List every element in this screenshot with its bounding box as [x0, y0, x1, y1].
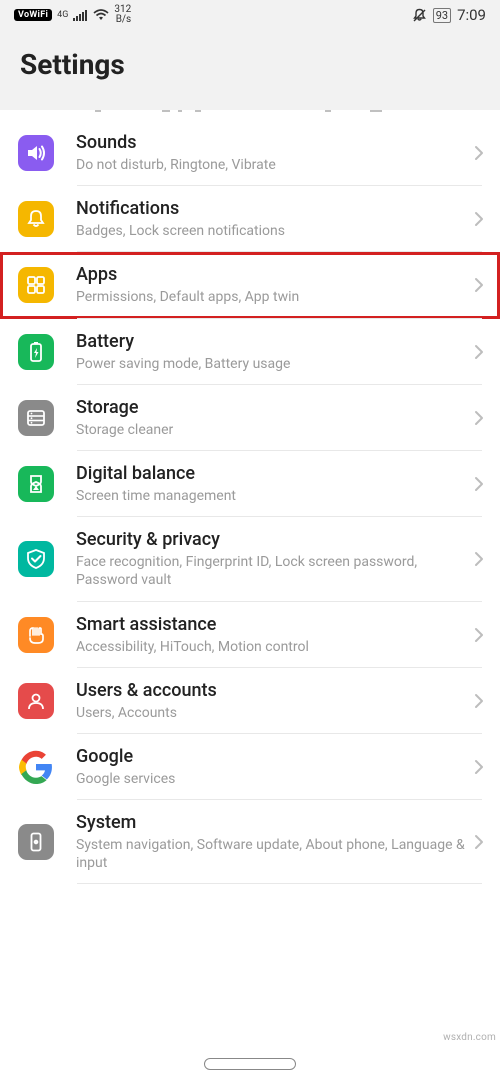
row-subtitle: Face recognition, Fingerprint ID, Lock s… [76, 553, 466, 589]
partial-row-cutoff [0, 110, 500, 120]
page-title: Settings [0, 30, 500, 97]
row-subtitle: Do not disturb, Ringtone, Vibrate [76, 156, 466, 174]
chevron-right-icon [474, 834, 484, 850]
sounds-icon [18, 135, 54, 171]
battery-icon [18, 334, 54, 370]
row-title: Battery [76, 331, 466, 352]
row-text: Sounds Do not disturb, Ringtone, Vibrate [76, 132, 466, 174]
chevron-right-icon [474, 627, 484, 643]
row-title: Digital balance [76, 463, 466, 484]
row-text: Battery Power saving mode, Battery usage [76, 331, 466, 373]
row-title: Smart assistance [76, 614, 466, 635]
system-icon [18, 824, 54, 860]
clock: 7:09 [457, 6, 486, 24]
digital-balance-icon [18, 466, 54, 502]
row-subtitle: Accessibility, HiTouch, Motion control [76, 638, 466, 656]
watermark: wsxdn.com [443, 1032, 496, 1043]
row-title: Storage [76, 397, 466, 418]
settings-row-apps[interactable]: Apps Permissions, Default apps, App twin [0, 252, 500, 318]
row-text: Notifications Badges, Lock screen notific… [76, 198, 466, 240]
chevron-right-icon [474, 759, 484, 775]
settings-row-notifications[interactable]: Notifications Badges, Lock screen notific… [0, 186, 500, 252]
row-title: Users & accounts [76, 680, 466, 701]
status-right: 93 7:09 [412, 6, 486, 24]
chevron-right-icon [474, 551, 484, 567]
chevron-right-icon [474, 145, 484, 161]
notifications-icon [18, 201, 54, 237]
row-subtitle: Permissions, Default apps, App twin [76, 288, 466, 306]
row-text: System System navigation, Software update… [76, 812, 466, 872]
google-icon [18, 749, 54, 785]
row-subtitle: System navigation, Software update, Abou… [76, 836, 466, 872]
row-title: System [76, 812, 466, 833]
row-subtitle: Users, Accounts [76, 704, 466, 722]
settings-row-smart-assistance[interactable]: Smart assistance Accessibility, HiTouch, … [0, 602, 500, 668]
battery-indicator: 93 [433, 8, 451, 23]
chevron-right-icon [474, 344, 484, 360]
row-subtitle: Badges, Lock screen notifications [76, 222, 466, 240]
chevron-right-icon [474, 693, 484, 709]
settings-row-security[interactable]: Security & privacy Face recognition, Fing… [0, 517, 500, 601]
gesture-nav-bar[interactable] [0, 1045, 500, 1083]
row-title: Apps [76, 264, 466, 285]
row-text: Apps Permissions, Default apps, App twin [76, 264, 466, 306]
settings-row-battery[interactable]: Battery Power saving mode, Battery usage [0, 319, 500, 385]
status-bar: VoWiFi 4G 312 B/s 93 7:09 [0, 0, 500, 30]
row-text: Security & privacy Face recognition, Fing… [76, 529, 466, 589]
chevron-right-icon [474, 476, 484, 492]
row-text: Digital balance Screen time management [76, 463, 466, 505]
chevron-right-icon [474, 211, 484, 227]
row-text: Users & accounts Users, Accounts [76, 680, 466, 722]
network-speed: 312 B/s [114, 5, 131, 25]
row-title: Google [76, 746, 466, 767]
row-subtitle: Screen time management [76, 487, 466, 505]
row-text: Smart assistance Accessibility, HiTouch, … [76, 614, 466, 656]
wifi-icon [93, 9, 109, 21]
settings-row-storage[interactable]: Storage Storage cleaner [0, 385, 500, 451]
row-text: Google Google services [76, 746, 466, 788]
row-title: Security & privacy [76, 529, 466, 550]
status-left: VoWiFi 4G 312 B/s [14, 5, 131, 25]
security-icon [18, 541, 54, 577]
row-subtitle: Google services [76, 770, 466, 788]
apps-icon [18, 267, 54, 303]
settings-list[interactable]: Sounds Do not disturb, Ringtone, Vibrate N… [0, 120, 500, 1045]
signal-icon [73, 10, 88, 21]
row-title: Sounds [76, 132, 466, 153]
row-title: Notifications [76, 198, 466, 219]
users-icon [18, 683, 54, 719]
settings-row-system[interactable]: System System navigation, Software update… [0, 800, 500, 884]
settings-row-google[interactable]: Google Google services [0, 734, 500, 800]
vowifi-badge: VoWiFi [14, 9, 52, 21]
row-subtitle: Power saving mode, Battery usage [76, 355, 466, 373]
network-4g-label: 4G [57, 11, 68, 20]
settings-row-users[interactable]: Users & accounts Users, Accounts [0, 668, 500, 734]
mute-icon [412, 8, 427, 23]
storage-icon [18, 400, 54, 436]
settings-row-digital-balance[interactable]: Digital balance Screen time management [0, 451, 500, 517]
row-subtitle: Storage cleaner [76, 421, 466, 439]
smart-assistance-icon [18, 617, 54, 653]
settings-row-sounds[interactable]: Sounds Do not disturb, Ringtone, Vibrate [0, 120, 500, 186]
row-text: Storage Storage cleaner [76, 397, 466, 439]
chevron-right-icon [474, 277, 484, 293]
chevron-right-icon [474, 410, 484, 426]
home-pill-icon[interactable] [204, 1058, 296, 1070]
